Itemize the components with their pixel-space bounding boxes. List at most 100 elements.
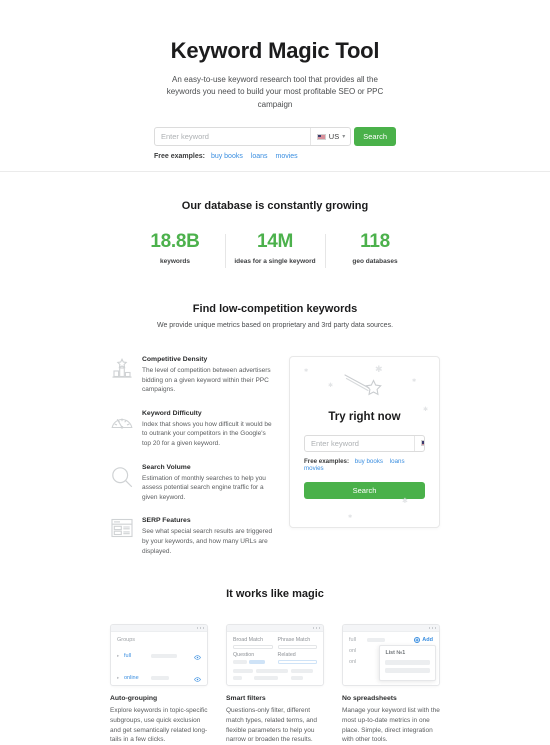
filters-panel-mock[interactable]: Broad Match Phrase Match Question Relate… bbox=[226, 624, 324, 687]
filter-input-selected[interactable] bbox=[277, 659, 317, 665]
dot-icon bbox=[434, 627, 436, 629]
mock-body: Broad Match Phrase Match Question Relate… bbox=[227, 632, 323, 685]
sparkle-icon: ✱ bbox=[423, 406, 429, 413]
example-link-movies[interactable]: movies bbox=[304, 465, 324, 472]
filter-label: Related bbox=[277, 652, 296, 659]
dot-icon bbox=[318, 627, 320, 629]
add-to-list-button[interactable]: Add bbox=[414, 637, 433, 644]
list-popover[interactable]: List №1 bbox=[379, 645, 436, 682]
example-link-loans[interactable]: loans bbox=[251, 153, 268, 160]
add-label: Add bbox=[422, 637, 433, 644]
try-right-now-card: ✱ ✱ ✱ ✱ ✱ Try right now US bbox=[289, 355, 440, 528]
group-row[interactable]: ▸ full bbox=[117, 647, 201, 665]
placeholder-bar bbox=[367, 638, 385, 643]
placeholder-bar bbox=[291, 676, 303, 681]
mock-titlebar bbox=[227, 625, 323, 633]
sparkle-icon: ✱ bbox=[328, 382, 334, 389]
serp-features-layout-icon bbox=[110, 517, 134, 543]
hero-search-bar: US ▾ Search bbox=[154, 127, 396, 147]
features-list: Competitive Density The level of competi… bbox=[110, 356, 275, 556]
magic-card-title: Auto-grouping bbox=[110, 695, 158, 703]
dot-icon bbox=[428, 627, 430, 629]
keyword-name: full bbox=[349, 637, 357, 644]
group-row[interactable]: ▸ online bbox=[117, 669, 201, 685]
keyword-name: onl bbox=[349, 659, 357, 666]
chevron-down-icon: ▾ bbox=[342, 133, 346, 140]
feature-search-volume: Search Volume Estimation of monthly sear… bbox=[110, 464, 275, 503]
stats-heading: Our database is constantly growing bbox=[181, 200, 369, 212]
placeholder-bar bbox=[254, 676, 278, 681]
country-select[interactable]: US ▾ bbox=[309, 128, 350, 146]
dot-icon bbox=[431, 627, 433, 629]
filter-input[interactable] bbox=[233, 644, 273, 650]
filter-question[interactable]: Question bbox=[233, 652, 273, 665]
placeholder-bar bbox=[233, 669, 253, 674]
keyword-name: onl bbox=[349, 648, 357, 655]
group-name: full bbox=[124, 653, 132, 660]
stat-value: 14M bbox=[256, 231, 294, 252]
feature-competitive-density: Competitive Density The level of competi… bbox=[110, 356, 275, 395]
feature-keyword-difficulty: Keyword Difficulty Index that shows you … bbox=[110, 410, 275, 449]
find-body: Competitive Density The level of competi… bbox=[110, 355, 440, 556]
stat-item-ideas: 14M ideas for a single keyword bbox=[225, 231, 325, 268]
feature-text-block: SERP Features See what special search re… bbox=[142, 517, 275, 556]
filter-input[interactable] bbox=[277, 644, 317, 650]
stat-item-geo-databases: 118 geo databases bbox=[325, 231, 425, 268]
dot-icon bbox=[196, 627, 198, 629]
keyword-row[interactable]: full Add bbox=[349, 637, 433, 644]
eye-icon[interactable] bbox=[194, 647, 201, 665]
mock-body: Groups ▸ full ▸ online bbox=[111, 632, 207, 685]
search-volume-magnifier-icon bbox=[110, 464, 134, 490]
example-link-loans[interactable]: loans bbox=[390, 458, 405, 465]
try-search-input[interactable] bbox=[305, 435, 414, 451]
try-search-button[interactable]: Search bbox=[304, 481, 425, 499]
try-country-select[interactable]: US ▾ bbox=[414, 435, 424, 451]
example-link-movies[interactable]: movies bbox=[276, 153, 298, 160]
magic-card-no-spreadsheets: full Add onl onl List №1 No spreadsheets… bbox=[342, 624, 440, 745]
country-select-value: US bbox=[328, 132, 340, 142]
placeholder-bar bbox=[291, 669, 313, 674]
placeholder-bar bbox=[385, 668, 430, 673]
try-search-bar: US ▾ bbox=[304, 434, 425, 452]
find-heading: Find low-competition keywords bbox=[192, 302, 358, 315]
example-link-buy-books[interactable]: buy books bbox=[211, 153, 243, 160]
sparkle-icon: ✱ bbox=[412, 377, 417, 384]
find-keywords-section: Find low-competition keywords We provide… bbox=[0, 265, 550, 556]
magic-card-description: Explore keywords in topic-specific subgr… bbox=[110, 707, 208, 744]
us-flag-icon bbox=[421, 440, 424, 447]
mock-result-rows bbox=[233, 669, 317, 681]
hero-section: Keyword Magic Tool An easy-to-use keywor… bbox=[0, 0, 550, 172]
placeholder-bar bbox=[151, 654, 177, 659]
dot-icon bbox=[315, 627, 317, 629]
filter-label: Question bbox=[233, 652, 255, 659]
feature-title: Search Volume bbox=[142, 463, 191, 471]
eye-icon[interactable] bbox=[194, 669, 201, 685]
competitive-density-icon bbox=[110, 356, 134, 382]
placeholder-bar bbox=[151, 676, 169, 681]
magic-card-smart-filters: Broad Match Phrase Match Question Relate… bbox=[226, 624, 324, 745]
filter-label: Broad Match bbox=[233, 637, 264, 644]
keyword-list-panel-mock[interactable]: full Add onl onl List №1 bbox=[342, 624, 440, 687]
placeholder-bar bbox=[233, 676, 242, 681]
mock-titlebar bbox=[111, 625, 207, 633]
groups-panel-mock[interactable]: Groups ▸ full ▸ online bbox=[110, 624, 208, 687]
feature-description: Index that shows you how difficult it wo… bbox=[142, 420, 272, 447]
feature-title: SERP Features bbox=[142, 517, 191, 525]
feature-description: See what special search results are trig… bbox=[142, 528, 273, 555]
placeholder-bar bbox=[256, 669, 288, 674]
dot-icon bbox=[199, 627, 201, 629]
filter-related[interactable]: Related bbox=[277, 652, 317, 665]
magic-wand-icon bbox=[343, 374, 382, 396]
magic-card-description: Questions-only filter, different match t… bbox=[226, 707, 318, 744]
sparkle-icon: ✱ bbox=[348, 513, 353, 520]
sparkle-icon: ✱ bbox=[402, 497, 408, 505]
search-button[interactable]: Search bbox=[354, 127, 396, 147]
try-card-title: Try right now bbox=[328, 410, 401, 423]
free-examples-label: Free examples: bbox=[154, 153, 205, 161]
filter-broad-match[interactable]: Broad Match bbox=[233, 637, 273, 650]
feature-title: Competitive Density bbox=[142, 355, 208, 363]
example-link-buy-books[interactable]: buy books bbox=[355, 458, 383, 465]
stats-section: Our database is constantly growing 18.8B… bbox=[0, 172, 550, 268]
search-input[interactable] bbox=[155, 128, 310, 146]
filter-phrase-match[interactable]: Phrase Match bbox=[277, 637, 317, 650]
